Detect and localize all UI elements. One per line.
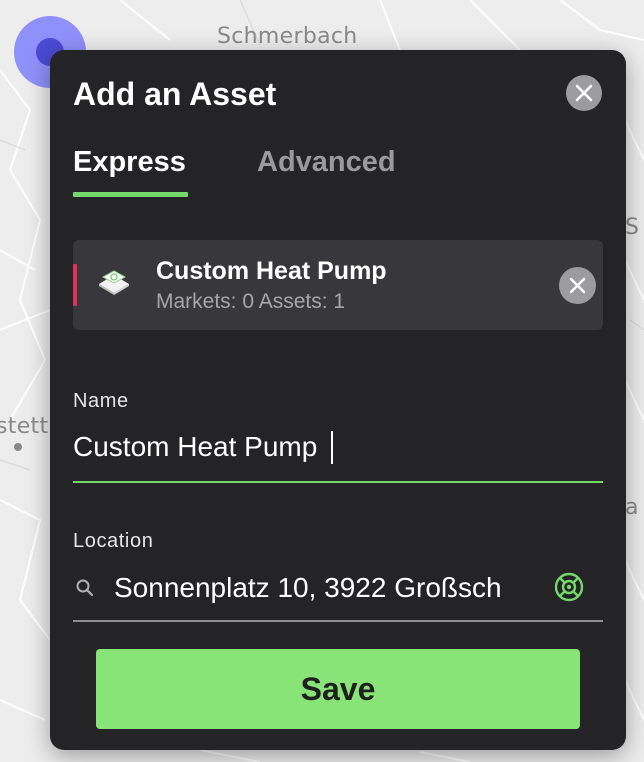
name-input-underline xyxy=(73,481,603,483)
tab-advanced[interactable]: Advanced xyxy=(257,146,396,179)
location-field-label: Location xyxy=(73,530,154,552)
location-input[interactable] xyxy=(114,568,514,608)
locate-me-button[interactable] xyxy=(550,568,588,606)
add-asset-dialog: Add an Asset Express Advanced Custom Hea… xyxy=(50,50,626,750)
heat-pump-icon xyxy=(99,270,129,295)
map-label-partial: a xyxy=(625,495,639,520)
close-dialog-button[interactable] xyxy=(566,75,602,111)
asset-name: Custom Heat Pump xyxy=(156,257,387,285)
close-icon xyxy=(569,277,586,294)
dialog-title: Add an Asset xyxy=(73,76,277,112)
asset-accent-bar xyxy=(73,264,77,306)
map-place-dot xyxy=(14,443,22,451)
map-town-label: Schmerbach xyxy=(217,24,358,49)
asset-assets-count: Assets: 1 xyxy=(258,290,346,313)
asset-markets-count: Markets: 0 xyxy=(156,290,255,313)
locate-icon xyxy=(554,572,584,602)
save-button[interactable]: Save xyxy=(96,649,580,729)
selected-asset-card[interactable]: Custom Heat Pump Markets: 0 Assets: 1 xyxy=(73,240,603,330)
name-field-label: Name xyxy=(73,390,129,412)
remove-asset-button[interactable] xyxy=(559,267,596,304)
close-icon xyxy=(575,84,593,102)
active-tab-indicator xyxy=(73,192,188,197)
map-label-partial: S xyxy=(625,215,640,240)
location-input-underline xyxy=(73,620,603,622)
name-input[interactable] xyxy=(73,427,573,467)
tab-express[interactable]: Express xyxy=(73,146,186,179)
asset-mode-tabs: Express Advanced xyxy=(73,146,603,206)
search-icon xyxy=(76,579,94,597)
text-caret xyxy=(331,431,333,464)
map-town-label-partial: stett xyxy=(0,414,49,439)
asset-meta: Markets: 0 Assets: 1 xyxy=(156,290,345,314)
